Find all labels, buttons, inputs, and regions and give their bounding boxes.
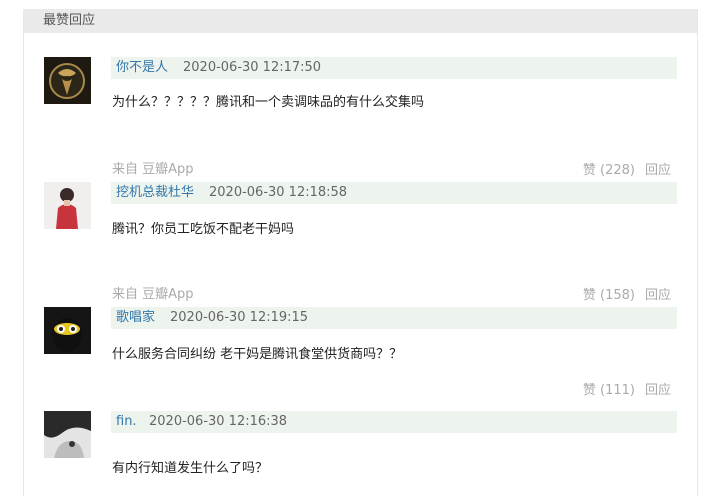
like-button[interactable]: 赞 (158) (583, 288, 635, 304)
comment-time: 2020-06-30 12:19:15 (170, 310, 309, 325)
comment-source: 来自 豆瓣App (112, 287, 194, 302)
comment-meta: fin. 2020-06-30 12:16:38 (111, 411, 677, 433)
comment-source: 来自 豆瓣App (112, 162, 194, 177)
comment-text: 腾讯？你员工吃饭不配老干妈吗 (112, 222, 295, 237)
comment-text: 什么服务合同纠纷 老干妈是腾讯食堂供货商吗？？ (112, 347, 403, 362)
comment-time: 2020-06-30 12:16:38 (149, 414, 288, 429)
avatar-image (44, 307, 91, 354)
comments-panel: 最赞回应 你不是人 2020-06-30 12:17:50 为什么？？？？？腾讯… (23, 9, 698, 496)
comment-meta: 歌唱家 2020-06-30 12:19:15 (111, 307, 677, 329)
avatar-image (44, 411, 91, 458)
like-button[interactable]: 赞 (228) (583, 163, 635, 179)
comment-actions: 赞 (228) 回应 (583, 163, 671, 179)
author-link[interactable]: 歌唱家 (116, 310, 155, 326)
comment-actions: 赞 (158) 回应 (583, 288, 671, 304)
avatar-image (44, 182, 91, 229)
section-title: 最赞回应 (43, 13, 96, 28)
author-link[interactable]: 挖机总裁杜华 (116, 185, 194, 201)
comment-text: 为什么？？？？？腾讯和一个卖调味品的有什么交集吗 (112, 95, 425, 110)
comment-time: 2020-06-30 12:18:58 (209, 185, 348, 200)
reply-button[interactable]: 回应 (645, 163, 671, 179)
avatar-image (44, 57, 91, 104)
reply-button[interactable]: 回应 (645, 288, 671, 304)
avatar[interactable] (44, 411, 91, 458)
author-link[interactable]: 你不是人 (116, 60, 168, 76)
comment-meta: 挖机总裁杜华 2020-06-30 12:18:58 (111, 182, 677, 204)
comment-time: 2020-06-30 12:17:50 (183, 60, 322, 75)
comment-meta: 你不是人 2020-06-30 12:17:50 (111, 57, 677, 79)
avatar[interactable] (44, 182, 91, 229)
avatar[interactable] (44, 307, 91, 354)
comment-actions: 赞 (111) 回应 (583, 383, 671, 399)
author-link[interactable]: fin. (116, 414, 137, 430)
section-header: 最赞回应 (24, 9, 697, 33)
reply-button[interactable]: 回应 (645, 383, 671, 399)
comment-text: 有内行知道发生什么了吗？ (112, 461, 269, 476)
like-button[interactable]: 赞 (111) (583, 383, 635, 399)
avatar[interactable] (44, 57, 91, 104)
